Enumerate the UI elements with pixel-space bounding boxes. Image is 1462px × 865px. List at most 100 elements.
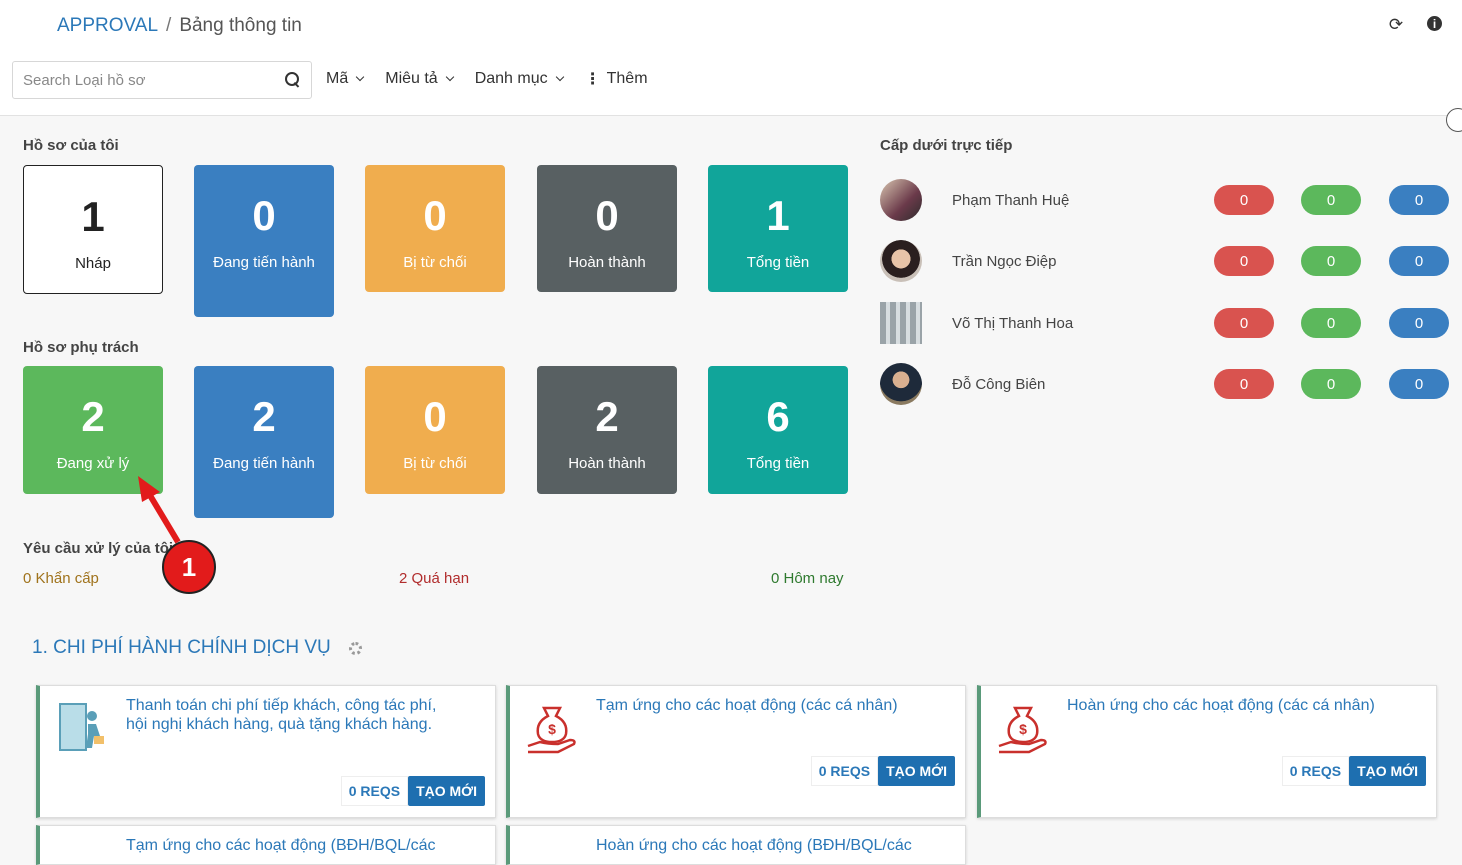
count-badge-red[interactable]: 0 xyxy=(1214,369,1274,399)
tile-count: 0 xyxy=(423,393,447,440)
tile-label: Tổng tiền xyxy=(746,254,810,271)
search-box xyxy=(12,61,312,99)
tile-count: 2 xyxy=(252,393,276,440)
avatar xyxy=(880,240,922,282)
breadcrumb-separator: / xyxy=(166,15,172,36)
count-badge-green[interactable]: 0 xyxy=(1301,369,1361,399)
tile-count: 1 xyxy=(81,193,105,240)
today-count-link[interactable]: 0 Hôm nay xyxy=(771,570,844,587)
create-new-button[interactable]: TẠO MỚI xyxy=(408,776,485,806)
filter-mieu-ta-label: Miêu tả xyxy=(385,70,438,87)
subordinate-name: Trần Ngọc Điệp xyxy=(952,252,1057,270)
tile-completed[interactable]: 2 Hoàn thành xyxy=(537,366,677,494)
count-badge-red[interactable]: 0 xyxy=(1214,185,1274,215)
annotation-step-badge: 1 xyxy=(162,540,216,594)
tile-label: Bị từ chối xyxy=(403,254,467,271)
tile-total[interactable]: 6 Tổng tiền xyxy=(708,366,848,494)
filter-mieu-ta[interactable]: Miêu tả xyxy=(385,70,454,88)
filter-ma-label: Mã xyxy=(326,70,349,87)
expand-icon[interactable] xyxy=(1446,108,1462,132)
avatar xyxy=(880,179,922,221)
subordinate-row: Đỗ Công Biên 0 0 0 xyxy=(880,354,1450,414)
tile-label: Bị từ chối xyxy=(403,455,467,472)
tile-in-progress[interactable]: 2 Đang tiến hành xyxy=(194,366,334,518)
tile-count: 0 xyxy=(423,192,447,239)
card-title: Tạm ứng cho các hoạt động (các cá nhân) xyxy=(596,697,898,714)
tile-label: Tổng tiền xyxy=(746,455,810,472)
count-badge-green[interactable]: 0 xyxy=(1301,308,1361,338)
svg-text:$: $ xyxy=(548,721,556,737)
subordinate-name: Đỗ Công Biên xyxy=(952,375,1046,393)
count-badge-blue[interactable]: 0 xyxy=(1389,369,1449,399)
svg-text:$: $ xyxy=(1019,721,1027,737)
money-bag-icon: $ xyxy=(527,706,576,754)
subordinate-name: Võ Thị Thanh Hoa xyxy=(952,314,1074,332)
reqs-count-button[interactable]: 0 REQS xyxy=(1281,756,1350,786)
count-badge-green[interactable]: 0 xyxy=(1301,185,1361,215)
subordinates-title: Cấp dưới trực tiếp xyxy=(880,137,1013,154)
card-title: Thanh toán chi phí tiếp khách, công tác … xyxy=(126,697,437,733)
filter-ma[interactable]: Mã xyxy=(326,70,365,88)
process-card[interactable]: Thanh toán chi phí tiếp khách, công tác … xyxy=(36,685,496,818)
filter-more[interactable]: ⋮ Thêm xyxy=(585,69,648,89)
category-title-text[interactable]: 1. CHI PHÍ HÀNH CHÍNH DỊCH VỤ xyxy=(32,637,331,659)
count-badge-blue[interactable]: 0 xyxy=(1389,185,1449,215)
more-vertical-icon: ⋮ xyxy=(584,71,601,88)
overdue-count-link[interactable]: 2 Quá hạn xyxy=(399,570,469,587)
search-icon[interactable] xyxy=(285,72,301,88)
money-bag-icon: $ xyxy=(998,706,1047,754)
create-new-button[interactable]: TẠO MỚI xyxy=(878,756,955,786)
filter-danh-muc[interactable]: Danh mục xyxy=(474,70,564,88)
info-icon[interactable]: i xyxy=(1427,16,1442,31)
tile-in-progress[interactable]: 0 Đang tiến hành xyxy=(194,165,334,317)
process-card[interactable]: $ Hoàn ứng cho các hoạt động (các cá nhâ… xyxy=(977,685,1437,818)
create-new-button[interactable]: TẠO MỚI xyxy=(1349,756,1426,786)
tile-label: Đang tiến hành xyxy=(213,254,315,271)
subordinate-row: Phạm Thanh Huệ 0 0 0 xyxy=(880,170,1450,230)
count-badge-green[interactable]: 0 xyxy=(1301,246,1361,276)
process-card[interactable]: $ Tạm ứng cho các hoạt động (các cá nhân… xyxy=(506,685,966,818)
tile-label: Nháp xyxy=(75,255,111,272)
process-card[interactable]: Tạm ứng cho các hoạt động (BĐH/BQL/các xyxy=(36,825,496,865)
card-title: Hoàn ứng cho các hoạt động (các cá nhân) xyxy=(1067,697,1375,714)
reqs-count-button[interactable]: 0 REQS xyxy=(810,756,879,786)
subordinate-row: Trần Ngọc Điệp 0 0 0 xyxy=(880,231,1450,291)
subordinate-row: Võ Thị Thanh Hoa 0 0 0 xyxy=(880,293,1450,353)
breadcrumb-app-link[interactable]: APPROVAL xyxy=(57,15,158,37)
avatar xyxy=(880,363,922,405)
tile-total[interactable]: 1 Tổng tiền xyxy=(708,165,848,292)
gear-icon[interactable] xyxy=(348,641,362,655)
chevron-down-icon xyxy=(355,72,365,82)
process-card[interactable]: Hoàn ứng cho các hoạt động (BĐH/BQL/các xyxy=(506,825,966,865)
top-bar: APPROVAL / Bảng thông tin ⟳ i Mã Miêu tả… xyxy=(0,0,1462,116)
tile-count: 0 xyxy=(595,192,619,239)
chevron-down-icon xyxy=(445,72,454,82)
subordinate-name: Phạm Thanh Huệ xyxy=(952,191,1070,209)
tile-rejected[interactable]: 0 Bị từ chối xyxy=(365,366,505,494)
count-badge-red[interactable]: 0 xyxy=(1214,308,1274,338)
tile-count: 2 xyxy=(81,393,105,440)
breadcrumb: APPROVAL / Bảng thông tin xyxy=(57,15,302,37)
tile-count: 2 xyxy=(595,393,619,440)
filter-more-label: Thêm xyxy=(606,70,648,87)
search-input[interactable] xyxy=(23,71,285,89)
tile-draft[interactable]: 1 Nháp xyxy=(23,165,163,294)
door-exit-icon xyxy=(59,703,104,751)
urgent-count-link[interactable]: 0 Khẩn cấp xyxy=(23,570,99,587)
refresh-icon[interactable]: ⟳ xyxy=(1387,15,1405,34)
assigned-files-title: Hồ sơ phụ trách xyxy=(23,339,139,356)
tile-label: Đang tiến hành xyxy=(213,455,315,472)
filter-danh-muc-label: Danh mục xyxy=(474,70,548,87)
count-badge-blue[interactable]: 0 xyxy=(1389,246,1449,276)
count-badge-red[interactable]: 0 xyxy=(1214,246,1274,276)
tile-rejected[interactable]: 0 Bị từ chối xyxy=(365,165,505,292)
tile-completed[interactable]: 0 Hoàn thành xyxy=(537,165,677,292)
tile-label: Hoàn thành xyxy=(568,254,646,271)
tile-count: 0 xyxy=(252,192,276,239)
reqs-count-button[interactable]: 0 REQS xyxy=(340,776,409,806)
breadcrumb-current: Bảng thông tin xyxy=(179,15,302,36)
category-title: 1. CHI PHÍ HÀNH CHÍNH DỊCH VỤ xyxy=(32,637,362,659)
chevron-down-icon xyxy=(555,72,564,82)
count-badge-blue[interactable]: 0 xyxy=(1389,308,1449,338)
annotation-arrow xyxy=(138,476,181,544)
